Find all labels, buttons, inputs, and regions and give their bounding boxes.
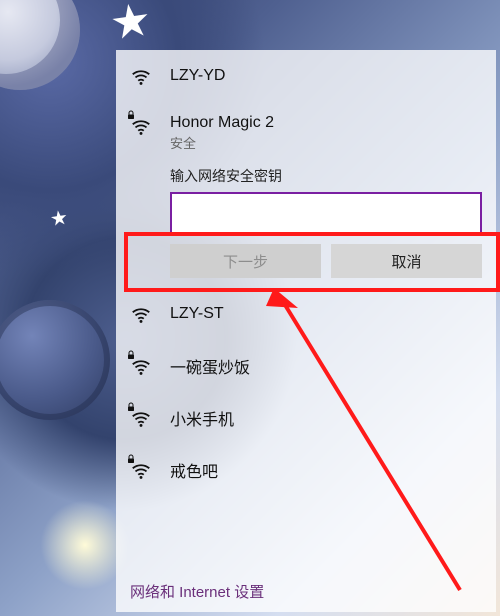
- wifi-ssid: 小米手机: [170, 406, 234, 430]
- wifi-network-item[interactable]: LZY-YD: [116, 50, 496, 102]
- wifi-network-item[interactable]: 一碗蛋炒饭: [116, 340, 496, 392]
- wallpaper-star: ★: [106, 0, 154, 51]
- wifi-flyout-panel: LZY-YD Honor Magic 2 安全 输入网络安全密钥 下一步 取消: [116, 50, 496, 612]
- wifi-network-item[interactable]: 小米手机: [116, 392, 496, 444]
- cancel-button[interactable]: 取消: [331, 244, 482, 278]
- wifi-secured-icon: [130, 460, 156, 482]
- wallpaper-moon: [0, 0, 80, 90]
- wifi-ssid: 一碗蛋炒饭: [170, 354, 250, 378]
- wifi-network-item[interactable]: 戒色吧: [116, 444, 496, 496]
- wifi-secured-icon: [130, 356, 156, 378]
- lock-icon: [125, 401, 137, 413]
- wifi-security-label: 安全: [170, 133, 274, 152]
- next-button[interactable]: 下一步: [170, 244, 321, 278]
- wifi-network-list: LZY-YD Honor Magic 2 安全 输入网络安全密钥 下一步 取消: [116, 50, 496, 496]
- wifi-secured-icon: [130, 408, 156, 430]
- lock-icon: [125, 109, 137, 121]
- network-settings-link[interactable]: 网络和 Internet 设置: [130, 581, 264, 602]
- wallpaper-star: ★: [48, 205, 69, 232]
- wifi-icon: [130, 304, 156, 326]
- wallpaper-orb: [0, 300, 110, 420]
- lock-icon: [125, 453, 137, 465]
- connect-button-row: 下一步 取消: [170, 244, 482, 278]
- wifi-network-item-selected[interactable]: Honor Magic 2 安全: [116, 102, 496, 164]
- password-input[interactable]: [170, 192, 482, 234]
- wifi-ssid: LZY-YD: [170, 67, 225, 85]
- wifi-icon: [130, 66, 156, 88]
- lock-icon: [125, 349, 137, 361]
- password-prompt-label: 输入网络安全密钥: [170, 166, 482, 186]
- wifi-ssid: Honor Magic 2: [170, 114, 274, 132]
- wifi-ssid: 戒色吧: [170, 458, 218, 482]
- wifi-network-item[interactable]: LZY-ST: [116, 288, 496, 340]
- wifi-network-text: Honor Magic 2 安全: [170, 114, 274, 152]
- wifi-secured-icon: [130, 116, 156, 138]
- wifi-ssid: LZY-ST: [170, 305, 224, 323]
- wifi-connect-form: 输入网络安全密钥 下一步 取消: [116, 160, 496, 278]
